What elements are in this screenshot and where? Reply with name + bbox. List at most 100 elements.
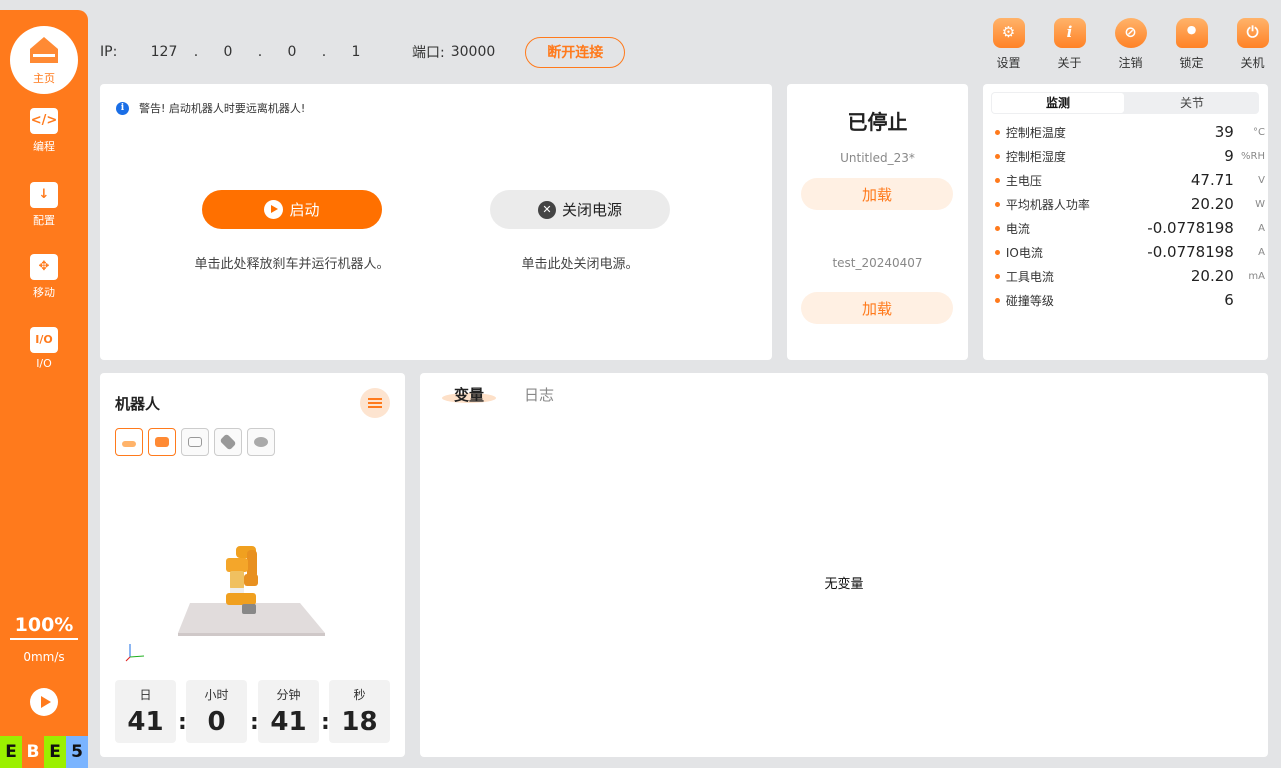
nav-io[interactable]: I/O I/O — [0, 327, 88, 370]
monitor-tabs: 监测 关节 — [991, 92, 1259, 114]
nav-programming-label: 编程 — [33, 140, 55, 153]
nav-programming[interactable]: </> 编程 — [0, 108, 88, 154]
logout-label: 注销 — [1118, 56, 1143, 70]
program-name: Untitled_23* — [840, 151, 915, 165]
start-label: 启动 — [289, 201, 320, 219]
time-days-label: 日 — [139, 688, 152, 702]
monitor-row: 平均机器人功率 20.20 W — [995, 194, 1265, 214]
info-icon: i — [1050, 16, 1090, 50]
speed-percent[interactable]: 100% — [10, 614, 78, 640]
start-hint: 单击此处释放刹车并运行机器人。 — [194, 257, 390, 272]
bullet-icon — [995, 153, 1000, 159]
ip-octet: 0 — [223, 44, 233, 60]
load-button[interactable]: 加载 — [801, 178, 953, 210]
download-config-icon: ↓ — [30, 182, 58, 208]
power-hint: 单击此处关闭电源。 — [521, 257, 639, 272]
monitor-unit: °C — [1253, 126, 1265, 138]
monitor-row: 碰撞等级 6 — [995, 290, 1265, 310]
empty-variables: 无变量 — [824, 577, 864, 592]
disconnect-button[interactable]: 断开连接 — [525, 36, 626, 68]
monitor-value: 20.20 — [1190, 195, 1234, 213]
robot-panel: 机器人 日 41 : 小时 0 : 分钟 41 : 秒 18 — [100, 373, 405, 757]
power-icon: ⏻ — [1233, 16, 1273, 50]
shutdown-button[interactable]: ⏻ 关机 — [1222, 16, 1281, 71]
program-panel: 已停止 Untitled_23* 加载 test_20240407 加载 — [787, 84, 968, 360]
time-minutes-value: 41 — [270, 707, 307, 737]
nav-move[interactable]: ✥ 移动 — [0, 254, 88, 300]
control-panel: i 警告! 启动机器人时要远离机器人! 启动 单击此处释放刹车并运行机器人。 ✕… — [100, 84, 772, 360]
time-seconds: 秒 18 — [329, 680, 390, 743]
warning-banner: i 警告! 启动机器人时要远离机器人! — [116, 100, 305, 116]
monitor-name: 控制柜温度 — [1005, 125, 1066, 140]
monitor-row: 控制柜湿度 9 %RH — [995, 146, 1265, 166]
play-icon[interactable] — [30, 688, 58, 716]
monitor-unit: A — [1258, 246, 1265, 258]
monitor-row: IO电流 -0.0778198 A — [995, 242, 1265, 262]
nav-io-label: I/O — [36, 357, 52, 370]
time-days: 日 41 — [115, 680, 176, 743]
ip-octet: 127 — [150, 44, 178, 60]
bullet-icon — [995, 273, 1000, 279]
ip-octet: 0 — [287, 44, 297, 60]
tab-variables[interactable]: 变量 — [454, 384, 484, 405]
monitor-value: 39 — [1214, 123, 1234, 141]
program-name: test_20240407 — [832, 256, 923, 270]
robot-view-icon[interactable] — [148, 428, 176, 456]
power-off-button[interactable]: ✕ 关闭电源 — [490, 190, 670, 229]
bullet-icon — [995, 201, 1000, 207]
top-toolbar: ⚙ 设置 i 关于 ⊘ 注销 ● 锁定 ⏻ 关机 — [978, 16, 1281, 71]
connection-bar: IP: 127 . 0 . 0 . 1 端口: 30000 断开连接 — [100, 36, 626, 68]
time-hours-value: 0 — [207, 707, 226, 737]
monitor-row: 主电压 47.71 V — [995, 170, 1265, 190]
port-label: 端口: — [412, 45, 445, 61]
monitor-unit: %RH — [1241, 150, 1265, 162]
bullet-icon — [995, 177, 1000, 183]
view-buttons — [115, 428, 280, 456]
ip-label: IP: — [100, 44, 118, 60]
load-button[interactable]: 加载 — [801, 292, 953, 324]
port-value: 30000 — [450, 44, 496, 60]
monitor-name: 碰撞等级 — [1005, 293, 1054, 308]
list-menu-icon[interactable] — [360, 388, 390, 418]
floor-view-icon[interactable] — [115, 428, 143, 456]
play-icon — [264, 200, 284, 219]
nav-home[interactable]: 主页 — [10, 26, 78, 94]
logout-button[interactable]: ⊘ 注销 — [1100, 16, 1161, 71]
tab-joints[interactable]: 关节 — [1126, 93, 1258, 113]
robot-3d-view[interactable] — [170, 538, 330, 638]
ebe5-logo: E B E 5 — [0, 736, 88, 768]
variables-panel: 变量 日志 无变量 — [420, 373, 1268, 757]
time-minutes-label: 分钟 — [276, 688, 301, 702]
about-button[interactable]: i 关于 — [1039, 16, 1100, 71]
bullet-icon — [995, 129, 1000, 135]
start-button[interactable]: 启动 — [202, 190, 382, 229]
monitor-name: 电流 — [1005, 221, 1030, 236]
cube-view-icon[interactable] — [181, 428, 209, 456]
monitor-name: 控制柜湿度 — [1005, 149, 1066, 164]
ip-dot: . — [321, 44, 327, 60]
speed-value: 0mm/s — [23, 650, 65, 664]
bullet-icon — [995, 297, 1000, 303]
monitor-panel: 监测 关节 控制柜温度 39 °C 控制柜湿度 9 %RH 主电压 47.71 V 平均机器人功率… — [983, 84, 1268, 360]
tab-log[interactable]: 日志 — [524, 384, 554, 405]
safety-view-icon[interactable] — [214, 428, 242, 456]
monitor-unit: W — [1255, 198, 1265, 210]
monitor-name: 平均机器人功率 — [1005, 197, 1090, 212]
tab-monitor[interactable]: 监测 — [992, 93, 1124, 113]
logo-letter: B — [22, 736, 44, 768]
monitor-name: 工具电流 — [1005, 269, 1054, 284]
bullet-icon — [995, 249, 1000, 255]
axis-gizmo-icon — [125, 644, 145, 662]
power-off-icon: ✕ — [537, 200, 556, 219]
time-minutes: 分钟 41 — [258, 680, 319, 743]
lock-icon: ● — [1172, 16, 1212, 50]
logo-letter: E — [44, 736, 66, 768]
lock-button[interactable]: ● 锁定 — [1161, 16, 1222, 71]
time-hours: 小时 0 — [186, 680, 247, 743]
settings-button[interactable]: ⚙ 设置 — [978, 16, 1039, 71]
nav-home-label: 主页 — [33, 72, 55, 85]
time-seconds-label: 秒 — [353, 688, 366, 702]
home-icon — [30, 37, 58, 63]
nav-config[interactable]: ↓ 配置 — [0, 182, 88, 228]
tool-view-icon[interactable] — [247, 428, 275, 456]
